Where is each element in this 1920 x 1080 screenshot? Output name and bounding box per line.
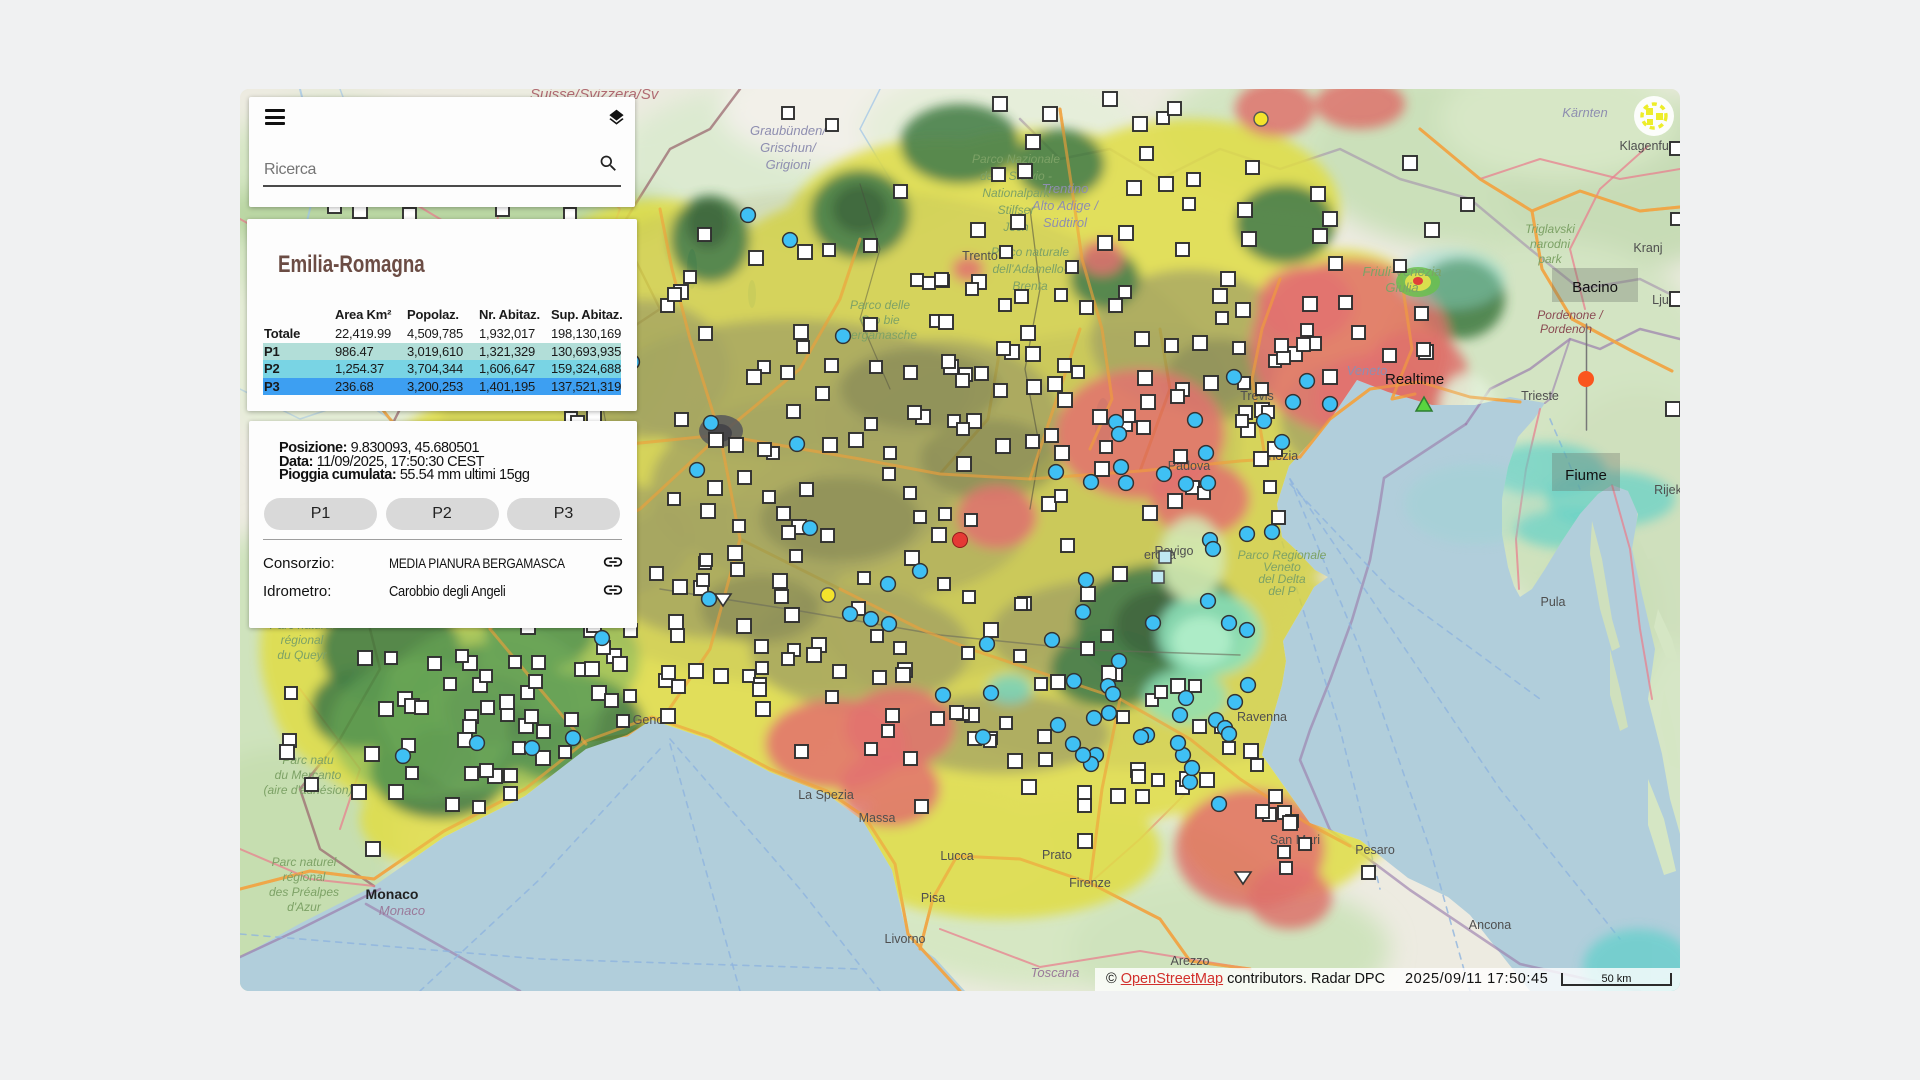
svg-text:Ravenna: Ravenna: [1237, 710, 1287, 724]
svg-text:régional: régional: [281, 633, 324, 647]
svg-text:Kranj: Kranj: [1633, 241, 1662, 255]
svg-text:Pordenone /: Pordenone /: [1537, 308, 1604, 322]
svg-text:Klagenfurt: Klagenfurt: [1620, 139, 1678, 153]
svg-text:Trieste: Trieste: [1521, 389, 1559, 403]
svg-text:Pordenon: Pordenon: [1540, 322, 1592, 336]
svg-text:des Préalpes: des Préalpes: [269, 885, 339, 899]
svg-text:régional: régional: [283, 870, 326, 884]
svg-text:Rijek: Rijek: [1654, 483, 1680, 497]
svg-text:Bacino: Bacino: [1572, 279, 1618, 296]
svg-text:La Spezia: La Spezia: [798, 788, 854, 802]
svg-text:Trento: Trento: [962, 249, 998, 263]
svg-text:Bergamasche: Bergamasche: [843, 328, 917, 342]
svg-text:Prato: Prato: [1042, 848, 1072, 862]
svg-text:Graubünden/: Graubünden/: [750, 123, 827, 138]
svg-text:Nationalpark: Nationalpark: [982, 186, 1050, 200]
svg-text:Kärnten: Kärnten: [1562, 105, 1608, 120]
svg-text:Toscana: Toscana: [1031, 965, 1080, 980]
svg-text:Monaco: Monaco: [366, 886, 419, 902]
svg-text:dello Stelvio -: dello Stelvio -: [980, 169, 1052, 183]
svg-text:Veneto: Veneto: [1347, 363, 1388, 378]
svg-text:Geno: Geno: [633, 713, 664, 727]
svg-text:Ancona: Ancona: [1469, 918, 1511, 932]
svg-text:Realtime: Realtime: [1385, 371, 1444, 388]
svg-text:Lucca: Lucca: [940, 849, 973, 863]
svg-text:Parco Nazionale: Parco Nazionale: [972, 152, 1060, 166]
svg-text:Giulia: Giulia: [1385, 280, 1418, 295]
svg-text:Fiume: Fiume: [1565, 467, 1607, 484]
svg-text:Pula: Pula: [1540, 595, 1565, 609]
svg-text:Triglavski: Triglavski: [1525, 222, 1575, 236]
svg-text:del P: del P: [1268, 584, 1295, 598]
svg-text:Alto Adige /: Alto Adige /: [1031, 198, 1099, 213]
svg-text:San Mari: San Mari: [1270, 833, 1320, 847]
svg-text:Livorno: Livorno: [885, 932, 926, 946]
svg-text:Südtirol: Südtirol: [1043, 215, 1088, 230]
svg-text:dell'Adamello-: dell'Adamello-: [993, 262, 1068, 276]
svg-text:d'Azur: d'Azur: [287, 900, 322, 914]
svg-text:Parco delle: Parco delle: [850, 298, 910, 312]
svg-text:Firenze: Firenze: [1069, 876, 1111, 890]
svg-text:Grischun/: Grischun/: [760, 140, 817, 155]
svg-text:Parc naturel: Parc naturel: [272, 855, 337, 869]
svg-text:Grigioni: Grigioni: [766, 157, 812, 172]
svg-text:Monaco: Monaco: [379, 903, 425, 918]
svg-text:Arezzo: Arezzo: [1171, 954, 1210, 968]
svg-text:Pisa: Pisa: [921, 891, 945, 905]
svg-text:Massa: Massa: [859, 811, 896, 825]
svg-text:Pesaro: Pesaro: [1355, 843, 1395, 857]
svg-text:park: park: [1537, 252, 1562, 266]
svg-text:narodni: narodni: [1530, 237, 1570, 251]
svg-text:du Queyr: du Queyr: [277, 648, 327, 662]
